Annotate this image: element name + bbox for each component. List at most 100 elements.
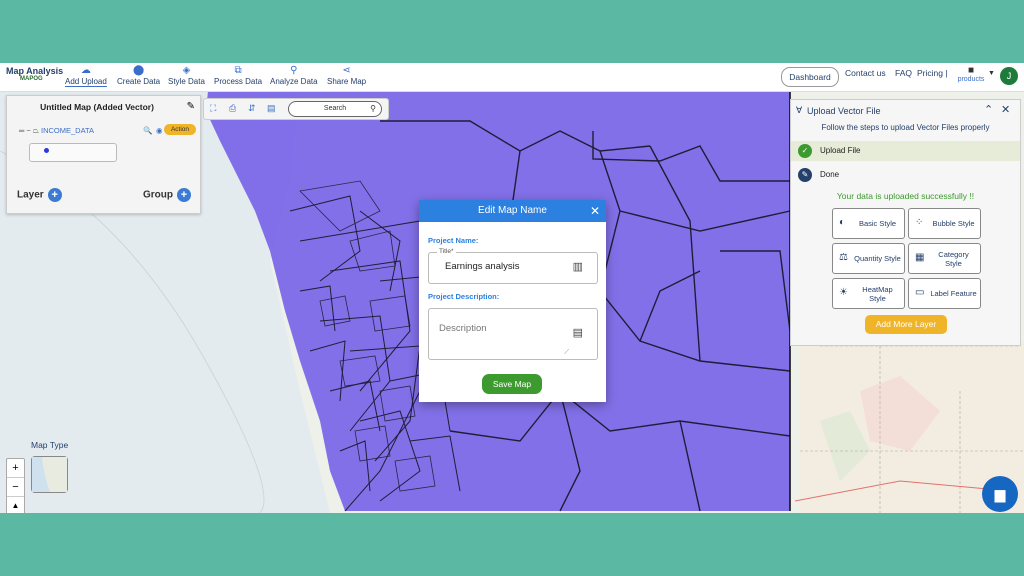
title-legend: Title*: [437, 248, 456, 255]
heatmap-style-icon: ☀: [839, 287, 848, 298]
collapse-up-icon[interactable]: ⌃: [984, 103, 993, 116]
compass-icon[interactable]: ▲: [7, 497, 24, 513]
description-textarea[interactable]: Description ▤ ⟋: [428, 308, 598, 360]
label-feature-icon: ▭: [915, 287, 925, 298]
search-icon[interactable]: ⚲: [370, 102, 376, 116]
faq-link[interactable]: FAQ: [895, 68, 912, 78]
close-icon[interactable]: ✕: [1001, 103, 1010, 116]
nav-label: Share Map: [327, 77, 367, 86]
group-label: Group: [143, 189, 173, 201]
layer-legend-box: [29, 143, 117, 162]
dialog-title: Edit Map Name: [478, 205, 547, 216]
project-title-field[interactable]: Title* Earnings analysis ▥: [428, 248, 598, 284]
comment-icon[interactable]: ▤: [267, 103, 276, 114]
nav-analyze-data[interactable]: ⚲ Analyze Data: [270, 65, 318, 86]
nav-label: Add Upload: [65, 77, 107, 87]
share-icon: ⋖: [342, 65, 351, 76]
nav-label: Create Data: [117, 77, 161, 86]
map-icon: ▥: [572, 261, 583, 273]
vector-icon: ∀: [796, 105, 803, 115]
style-label: HeatMap Style: [862, 284, 893, 303]
nav-process-data[interactable]: ⧉ Process Data: [214, 65, 262, 86]
description-placeholder: Description: [439, 323, 487, 334]
document-icon: ▤: [572, 327, 583, 339]
collapse-icon[interactable]: −: [26, 126, 30, 135]
print-icon[interactable]: ⎙: [229, 103, 236, 114]
chevron-down-icon[interactable]: ▼: [988, 70, 995, 77]
cloud-upload-icon: ☁: [80, 65, 91, 76]
visibility-eye-icon[interactable]: ◉: [156, 126, 163, 135]
edit-pencil-icon[interactable]: ✎: [187, 101, 195, 112]
layer-label: Layer: [17, 189, 44, 201]
category-style-icon: ▦: [915, 252, 925, 263]
products-menu[interactable]: ■ products: [955, 65, 987, 84]
layer-panel: Untitled Map (Added Vector) ✎ ═ − ⏢ INCO…: [6, 95, 201, 214]
drag-handle-icon[interactable]: ═: [19, 126, 24, 135]
quantity-style-icon: ⚖: [839, 252, 848, 263]
add-layer-control[interactable]: Layer +: [17, 188, 62, 202]
nav-create-data[interactable]: ⬤ Create Data: [117, 65, 160, 86]
check-icon: ✓: [798, 144, 812, 158]
contact-link[interactable]: Contact us: [845, 68, 886, 78]
project-name-label: Project Name:: [428, 236, 479, 245]
chat-bubble-icon: ▆: [994, 486, 1006, 502]
app-subtitle: MAPOG: [20, 76, 43, 82]
zoom-out-button[interactable]: −: [7, 478, 24, 497]
add-more-layer-button[interactable]: Add More Layer: [865, 315, 947, 334]
heatmap-style-button[interactable]: ☀ HeatMap Style: [832, 278, 905, 309]
step-done: ✎ Done: [791, 165, 1020, 185]
top-navigation-bar: Map Analysis MAPOG ☁ Add Upload ⬤ Create…: [0, 63, 1024, 92]
chat-support-button[interactable]: ▆: [982, 476, 1018, 512]
dashboard-button[interactable]: Dashboard: [781, 67, 839, 87]
category-style-button[interactable]: ▦ Category Style: [908, 243, 981, 274]
resize-handle-icon[interactable]: ⟋: [564, 349, 569, 357]
map-pin-icon: ⬤: [132, 65, 145, 76]
map-type-switcher[interactable]: [31, 456, 68, 493]
legend-dot-icon: [44, 148, 49, 153]
style-label: Quantity Style: [854, 254, 901, 263]
project-title-value: Earnings analysis: [445, 261, 520, 272]
bubble-style-button[interactable]: ⁘ Bubble Style: [908, 208, 981, 239]
layer-action-button[interactable]: Action: [164, 124, 196, 135]
upload-success-message: Your data is uploaded successfully !!: [836, 191, 975, 201]
step-label: Upload File: [820, 146, 861, 155]
bubble-style-icon: ⁘: [915, 217, 924, 228]
fullscreen-icon[interactable]: ⛶: [210, 103, 216, 114]
search-input[interactable]: Search ⚲: [288, 101, 382, 117]
nav-style-data[interactable]: ◈ Style Data: [168, 65, 205, 86]
save-map-button[interactable]: Save Map: [482, 374, 542, 394]
nav-add-upload[interactable]: ☁ Add Upload: [65, 65, 107, 87]
zoom-in-button[interactable]: +: [7, 459, 24, 478]
label-feature-button[interactable]: ▭ Label Feature: [908, 278, 981, 309]
nav-label: Style Data: [168, 77, 205, 86]
pencil-icon: ✎: [798, 168, 812, 182]
close-icon[interactable]: ✕: [590, 200, 600, 222]
quantity-style-button[interactable]: ⚖ Quantity Style: [832, 243, 905, 274]
products-label: products: [957, 76, 985, 83]
edit-map-name-dialog: Edit Map Name ✕ Project Name: Title* Ear…: [419, 200, 606, 402]
paint-bucket-icon: ◈: [182, 65, 191, 76]
style-label: Bubble Style: [932, 219, 975, 228]
nav-label: Analyze Data: [270, 77, 318, 86]
cube-icon: ■: [967, 65, 975, 76]
app-title: Map Analysis: [6, 66, 64, 76]
add-group-control[interactable]: Group +: [143, 188, 191, 202]
nav-label: Process Data: [214, 77, 263, 86]
upload-vector-panel: ∀ Upload Vector File ⌃ ✕ Follow the step…: [790, 99, 1021, 346]
user-avatar[interactable]: J: [1000, 67, 1018, 85]
zoom-to-layer-icon[interactable]: 🔍: [143, 126, 152, 135]
basic-style-button[interactable]: ◐ Basic Style: [832, 208, 905, 239]
dialog-header: Edit Map Name ✕: [419, 200, 606, 222]
add-layer-plus-icon[interactable]: +: [47, 188, 62, 202]
layer-name[interactable]: INCOME_DATA: [41, 126, 94, 135]
map-toolbar: ⛶ ⎙ ⇵ ▤ Search ⚲: [203, 98, 389, 120]
style-label: Label Feature: [930, 289, 977, 298]
pricing-link[interactable]: Pricing |: [917, 68, 948, 78]
nav-share-map[interactable]: ⋖ Share Map: [327, 65, 366, 86]
measure-icon[interactable]: ⇵: [248, 103, 256, 114]
step-upload-file: ✓ Upload File: [791, 141, 1020, 161]
style-label: Category Style: [938, 249, 969, 268]
add-group-plus-icon[interactable]: +: [177, 188, 191, 202]
map-title: Untitled Map (Added Vector): [40, 102, 154, 112]
brand-logo[interactable]: Map Analysis MAPOG: [6, 66, 63, 82]
